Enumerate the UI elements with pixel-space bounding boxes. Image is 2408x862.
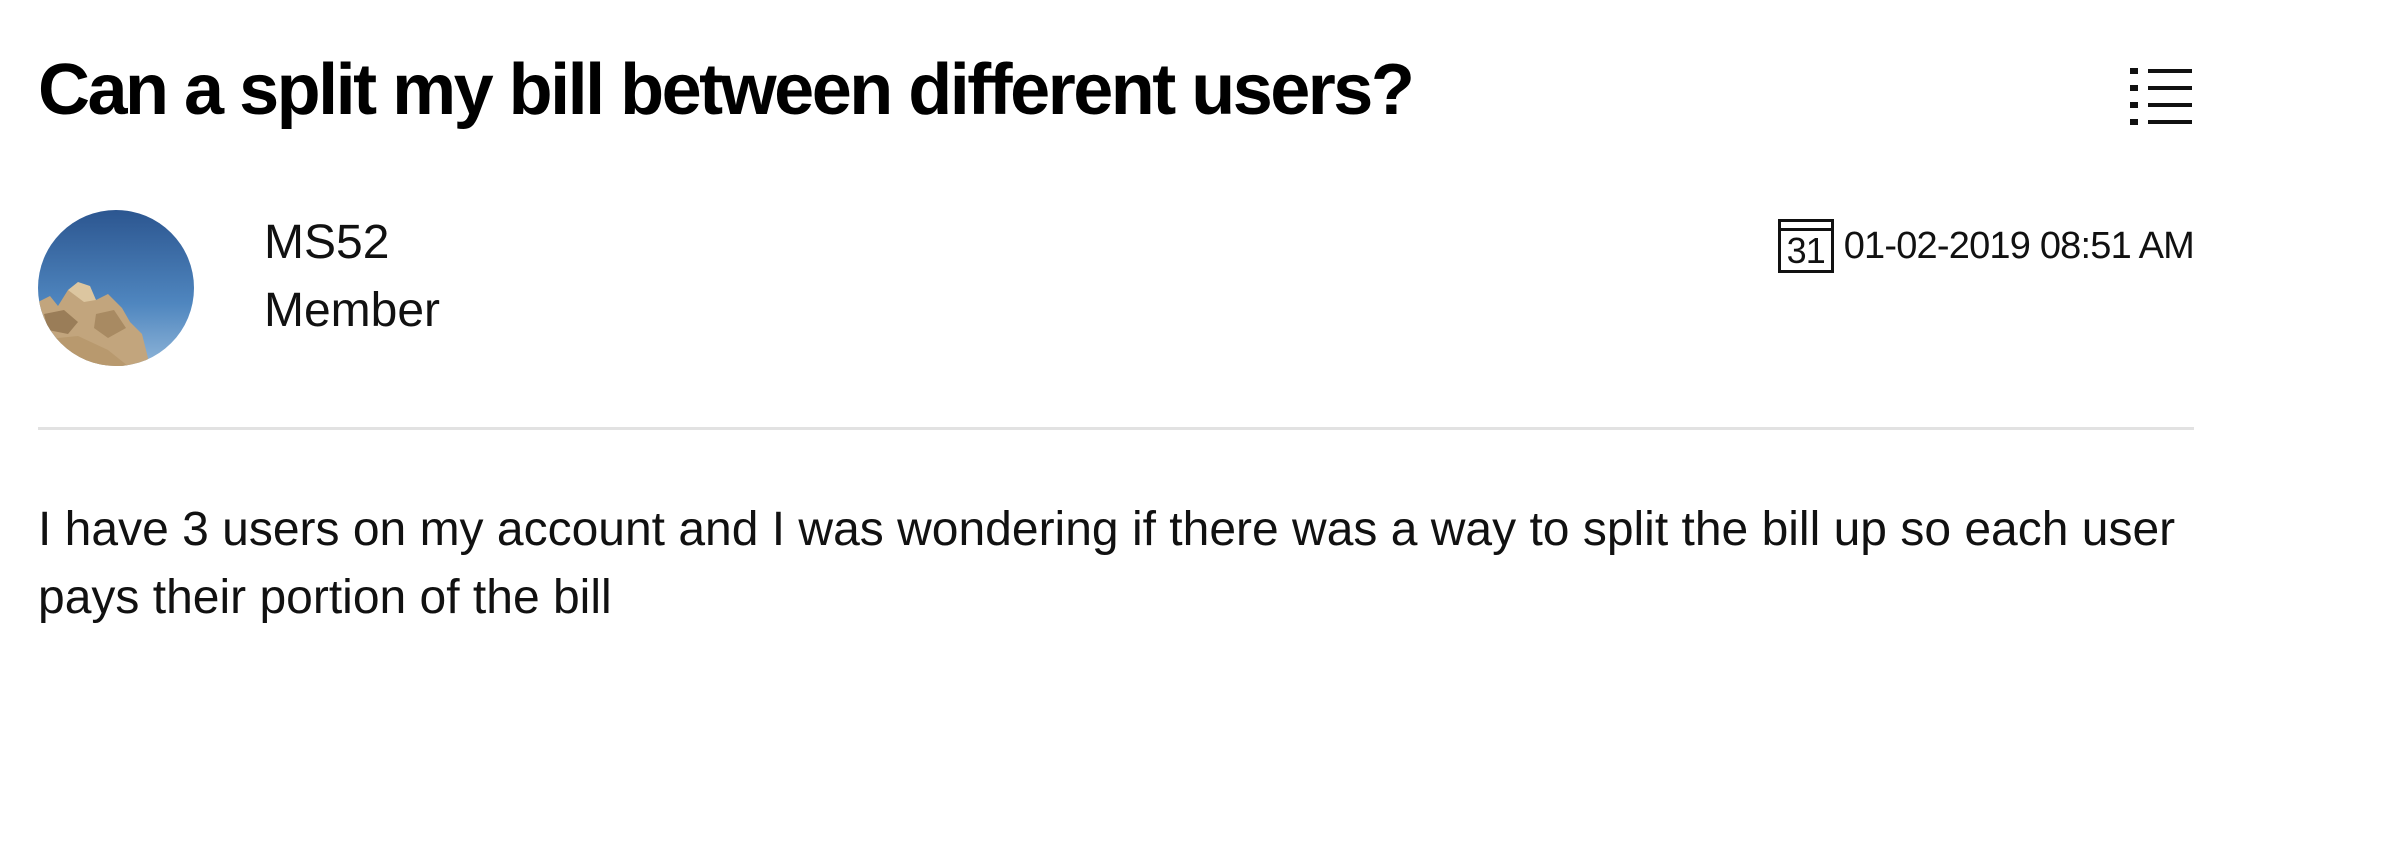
post-body: I have 3 users on my account and I was w… xyxy=(38,503,2176,624)
post-title: Can a split my bill between different us… xyxy=(38,50,1415,130)
post-options-button[interactable] xyxy=(2128,66,2194,126)
calendar-icon: 31 xyxy=(1777,219,1834,273)
post-date: 31 01-02-2019 08:51 AM xyxy=(1777,218,2195,274)
author-rank: Member xyxy=(264,284,441,337)
list-icon xyxy=(2130,68,2192,125)
post-timestamp: 01-02-2019 08:51 AM xyxy=(1843,225,2195,267)
forum-post: Can a split my bill between different us… xyxy=(38,0,2198,862)
avatar[interactable] xyxy=(38,210,194,366)
divider xyxy=(38,427,2194,430)
author-name[interactable]: MS52 xyxy=(264,215,389,271)
avatar-image xyxy=(38,210,194,366)
